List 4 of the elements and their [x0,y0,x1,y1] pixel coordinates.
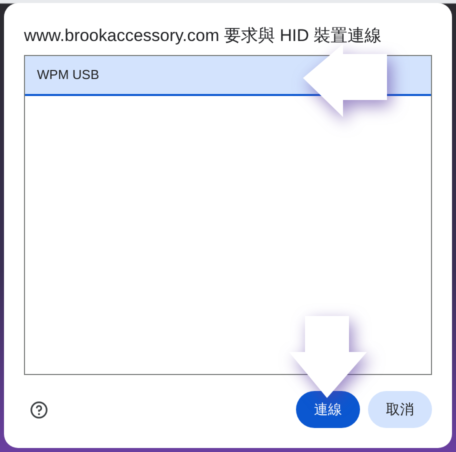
connect-button[interactable]: 連線 [296,391,360,428]
dialog-title: www.brookaccessory.com 要求與 HID 裝置連線 [24,25,383,47]
help-icon[interactable] [30,400,48,418]
cancel-button[interactable]: 取消 [368,391,432,428]
